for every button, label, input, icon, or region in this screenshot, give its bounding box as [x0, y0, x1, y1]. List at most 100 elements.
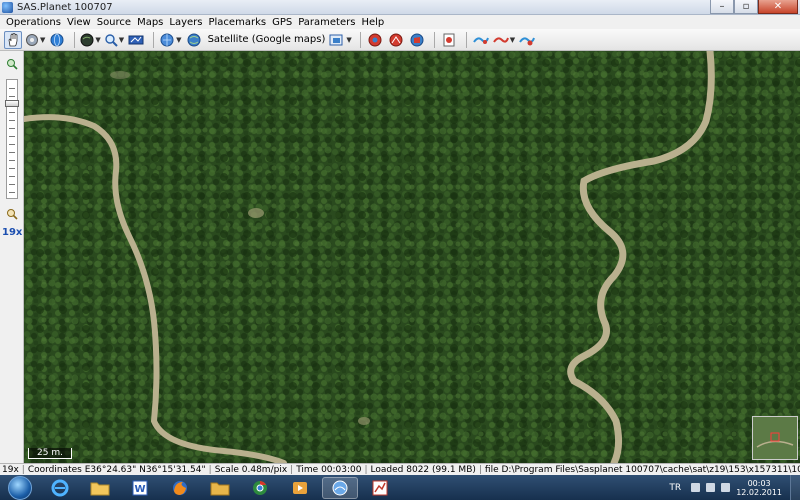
- toolbar: ▼ ▼ ▼ ▼ Satellite (Google maps) ▼ ▼: [0, 29, 800, 51]
- map-selector[interactable]: Satellite (Google maps): [208, 34, 326, 45]
- firefox-icon: [173, 480, 187, 495]
- clearing: [358, 417, 370, 425]
- gps-settings-button[interactable]: [518, 31, 536, 49]
- zoom-panel: 19x: [0, 51, 24, 463]
- maps-icon: [160, 33, 174, 46]
- zoom-in-icon: [7, 59, 18, 70]
- satellite-imagery: [24, 51, 800, 463]
- taskbar-word[interactable]: W: [122, 477, 158, 499]
- slider-tick: [9, 176, 15, 177]
- status-bar: 19x | Coordinates E36°24.63" N36°15'31.5…: [0, 463, 800, 475]
- minimap-view: [753, 417, 797, 459]
- status-separator: |: [364, 464, 368, 475]
- system-tray: TR 00:03 12.02.2011: [669, 475, 800, 500]
- search-button[interactable]: ▼: [104, 31, 124, 49]
- menu-help[interactable]: Help: [361, 17, 384, 28]
- minimap[interactable]: [752, 416, 798, 460]
- taskbar-sasplanet[interactable]: [322, 476, 358, 499]
- fullscreen-button[interactable]: [48, 31, 66, 49]
- clock[interactable]: 00:03 12.02.2011: [736, 479, 782, 497]
- status-separator: |: [208, 464, 212, 475]
- clock-date: 12.02.2011: [736, 487, 782, 497]
- taskbar-explorer[interactable]: [82, 477, 118, 499]
- toolbar-separator: [153, 31, 155, 48]
- gps-connect-button[interactable]: [472, 31, 490, 49]
- clearing: [248, 208, 264, 218]
- add-path-button[interactable]: [387, 31, 405, 49]
- gps-track-icon: [472, 36, 489, 44]
- pan-tool-button[interactable]: [4, 30, 22, 49]
- taskbar-firefox[interactable]: [162, 477, 198, 499]
- menu-source[interactable]: Source: [97, 17, 131, 28]
- zoom-out-button[interactable]: [4, 207, 20, 221]
- close-button[interactable]: ✕: [758, 0, 798, 14]
- zoom-in-button[interactable]: [4, 57, 20, 71]
- add-polygon-button[interactable]: [408, 31, 426, 49]
- chevron-down-icon[interactable]: ▼: [119, 36, 124, 44]
- menu-layers[interactable]: Layers: [169, 17, 202, 28]
- dark-globe-icon: [80, 33, 94, 46]
- chevron-down-icon[interactable]: ▼: [40, 36, 45, 44]
- slider-tick: [9, 192, 15, 193]
- moving-button[interactable]: ▼: [25, 31, 45, 49]
- status-file: file D:\Program Files\Sasplanet 100707\c…: [484, 464, 800, 475]
- status-scale: Scale 0.48m/pix: [214, 464, 288, 475]
- menu-gps[interactable]: GPS: [272, 17, 292, 28]
- chart-app-icon: [372, 480, 388, 495]
- language-indicator[interactable]: TR: [669, 483, 681, 493]
- tray-flag-icon[interactable]: [691, 483, 701, 492]
- chevron-down-icon[interactable]: ▼: [95, 36, 100, 44]
- chevron-down-icon[interactable]: ▼: [176, 36, 181, 44]
- status-zoom: 19x: [2, 464, 19, 475]
- title-bar: SAS.Planet 100707 – ▫ ✕: [0, 0, 800, 15]
- maximize-button[interactable]: ▫: [734, 0, 758, 14]
- start-button[interactable]: [8, 475, 32, 500]
- taskbar-app[interactable]: [362, 477, 398, 499]
- menu-view[interactable]: View: [67, 17, 91, 28]
- gps-track-button[interactable]: ▼: [492, 31, 515, 49]
- calc-distance-button[interactable]: [127, 31, 145, 49]
- menu-operations[interactable]: Operations: [6, 17, 61, 28]
- taskbar-ie[interactable]: [42, 477, 78, 499]
- add-placemark-button[interactable]: [366, 31, 384, 49]
- status-separator: |: [478, 464, 482, 475]
- chevron-down-icon[interactable]: ▼: [346, 36, 351, 44]
- slider-tick: [9, 120, 15, 121]
- folder-icon: [210, 482, 230, 495]
- status-separator: |: [21, 464, 25, 475]
- taskbar-folder[interactable]: [202, 477, 238, 499]
- gear-globe-icon: [26, 33, 38, 46]
- slider-tick: [9, 136, 15, 137]
- chevron-down-icon[interactable]: ▼: [510, 36, 515, 44]
- path-icon: [389, 33, 403, 46]
- zoom-level-label: 19x: [2, 227, 23, 238]
- word-icon: W: [132, 480, 148, 495]
- layers-button[interactable]: ▼: [329, 31, 352, 49]
- taskbar-chrome[interactable]: [242, 477, 278, 499]
- slider-tick: [9, 88, 15, 89]
- minimize-button[interactable]: –: [710, 0, 734, 14]
- menu-parameters[interactable]: Parameters: [298, 17, 355, 28]
- slider-tick: [9, 128, 15, 129]
- zoom-slider[interactable]: [5, 79, 19, 199]
- sasplanet-icon: [332, 480, 348, 495]
- view-mode-button[interactable]: ▼: [80, 31, 101, 49]
- hand-icon: [8, 32, 18, 46]
- folder-icon: [90, 482, 110, 495]
- toolbar-separator: [433, 31, 435, 48]
- placemark-icon: [368, 33, 382, 46]
- map-view[interactable]: 25 m.: [24, 51, 800, 463]
- tray-volume-icon[interactable]: [721, 483, 731, 492]
- zoom-slider-thumb[interactable]: [5, 100, 19, 107]
- media-player-icon: [293, 481, 307, 494]
- menu-placemarks[interactable]: Placemarks: [209, 17, 267, 28]
- map-source-button[interactable]: ▼: [159, 31, 182, 49]
- tray-network-icon[interactable]: [706, 483, 716, 492]
- toolbar-separator: [465, 31, 467, 48]
- menu-maps[interactable]: Maps: [137, 17, 163, 28]
- show-desktop-button[interactable]: [790, 475, 800, 500]
- placemark-manager-button[interactable]: [440, 31, 458, 49]
- map-type-button[interactable]: [185, 31, 203, 49]
- slider-tick: [9, 144, 15, 145]
- taskbar-media-player[interactable]: [282, 477, 318, 499]
